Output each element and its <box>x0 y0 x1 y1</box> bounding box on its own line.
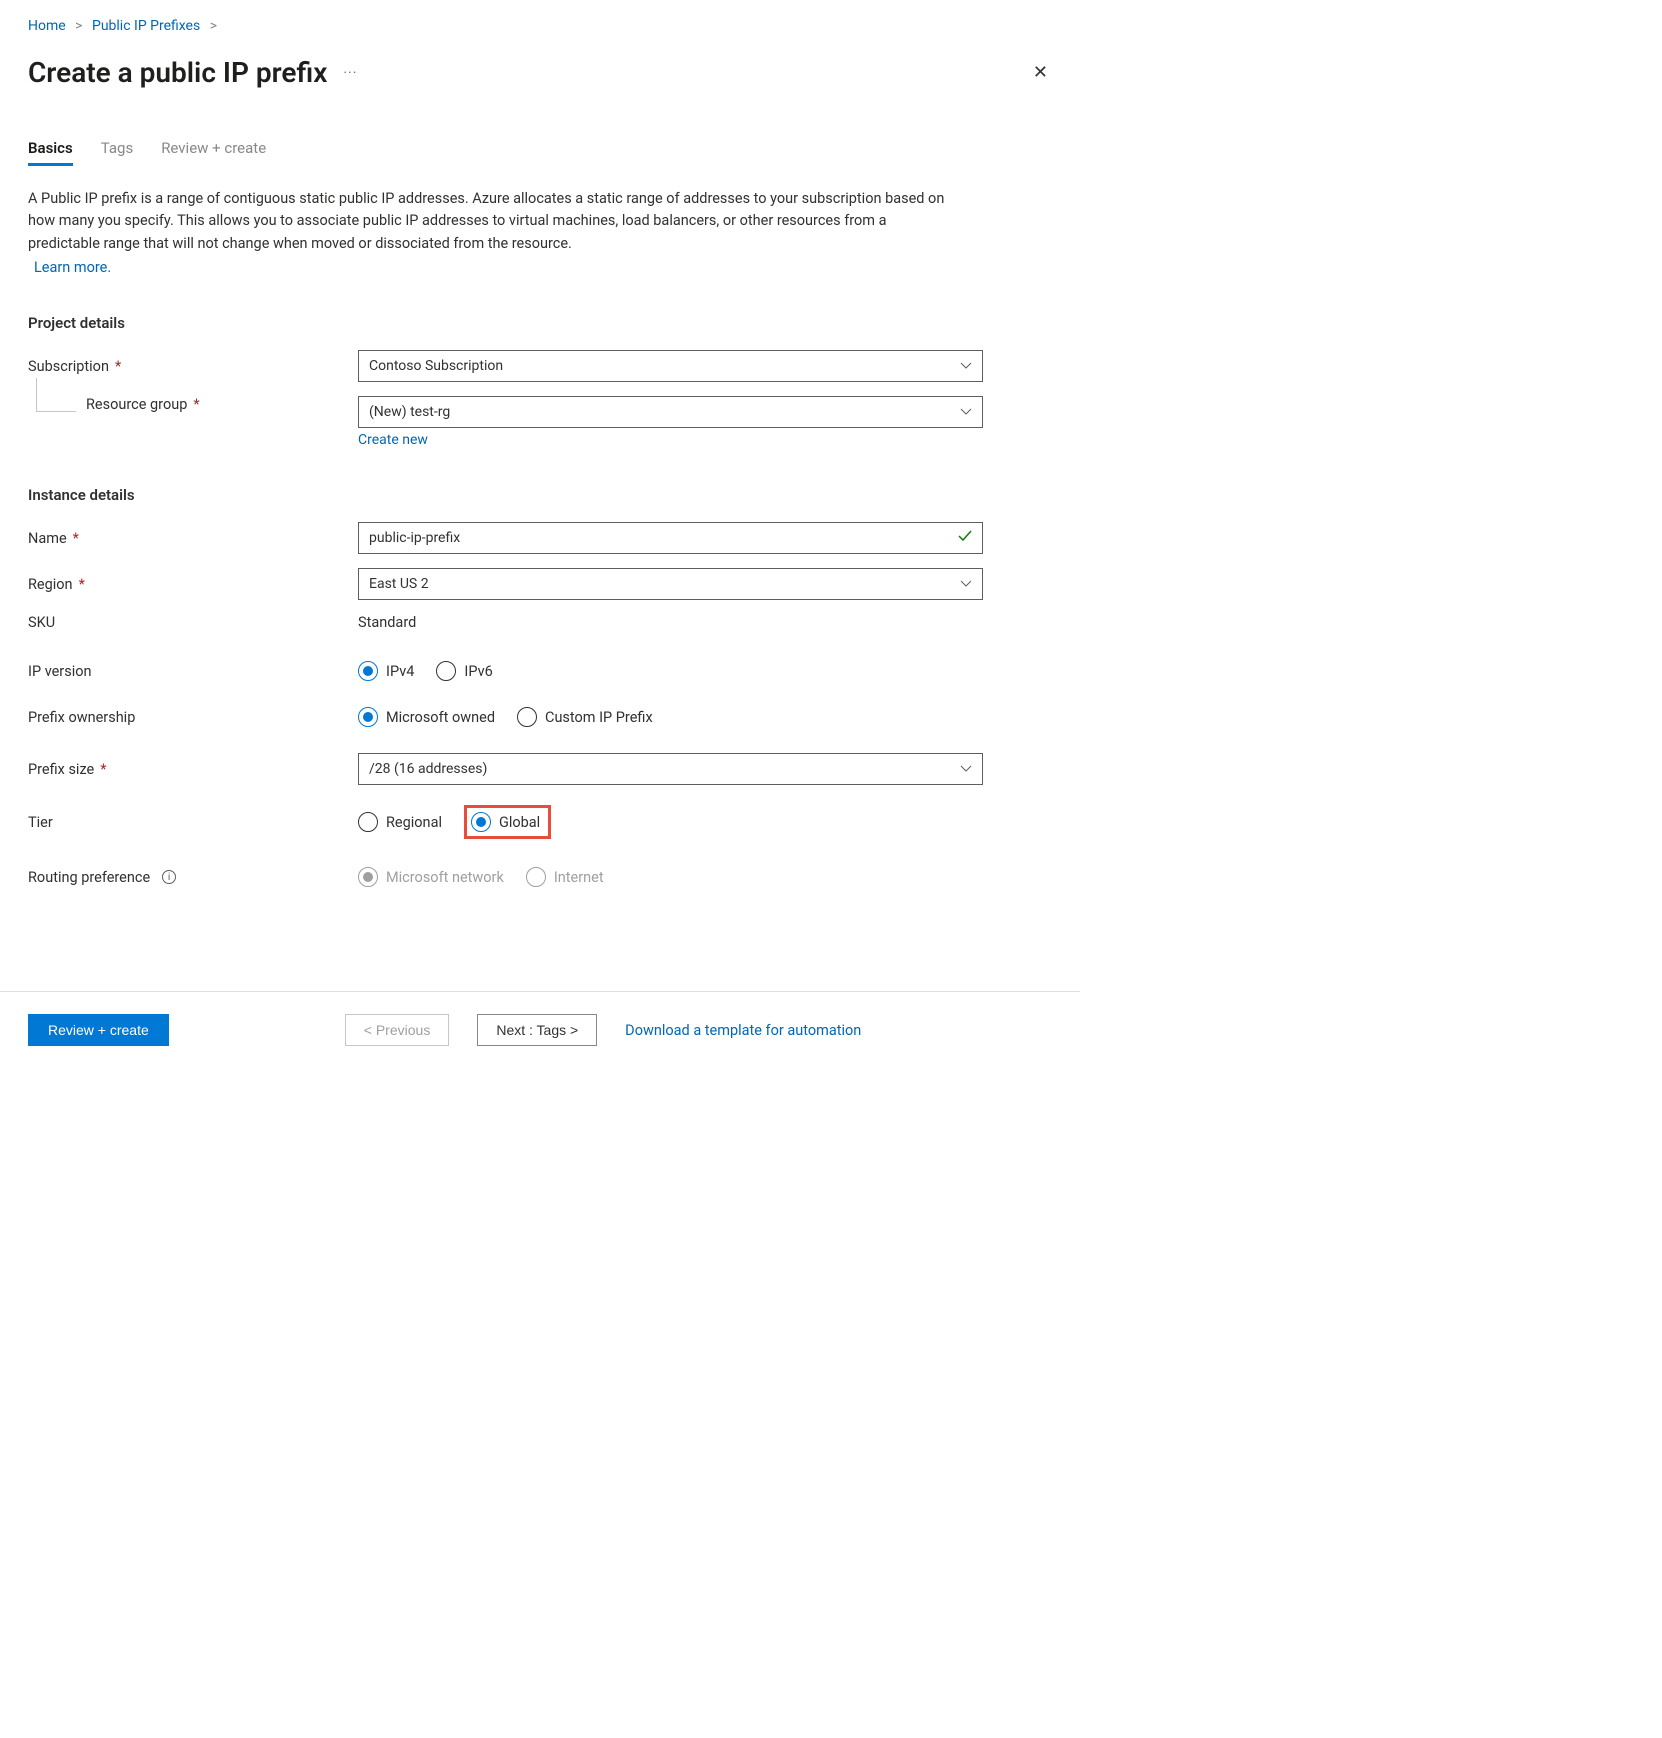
label-routing-preference: Routing preference <box>28 869 150 886</box>
tab-review[interactable]: Review + create <box>161 139 266 166</box>
row-subscription: Subscription * Contoso Subscription <box>28 350 1052 382</box>
previous-button: < Previous <box>345 1014 450 1046</box>
breadcrumb-prefixes[interactable]: Public IP Prefixes <box>92 18 200 34</box>
radio-regional-label: Regional <box>386 814 442 831</box>
row-ip-version: IP version IPv4 IPv6 <box>28 661 1052 681</box>
radio-ms-owned[interactable]: Microsoft owned <box>358 707 495 727</box>
row-region: Region * East US 2 <box>28 568 1052 600</box>
row-prefix-ownership: Prefix ownership Microsoft owned Custom … <box>28 707 1052 727</box>
label-sku: SKU <box>28 614 55 631</box>
title-bar: Create a public IP prefix ··· ✕ <box>28 56 1052 89</box>
radio-ipv4-label: IPv4 <box>386 663 414 680</box>
radio-custom-prefix-label: Custom IP Prefix <box>545 709 653 726</box>
radio-ipv6[interactable]: IPv6 <box>436 661 492 681</box>
label-prefix-ownership: Prefix ownership <box>28 709 135 726</box>
tab-tags[interactable]: Tags <box>101 139 133 166</box>
section-project-details: Project details <box>28 314 1052 332</box>
required-marker: * <box>193 396 199 413</box>
footer-bar: Review + create < Previous Next : Tags >… <box>0 991 1080 1068</box>
row-tier: Tier Regional Global <box>28 805 1052 839</box>
intro-text: A Public IP prefix is a range of contigu… <box>28 188 948 255</box>
resource-group-value: (New) test-rg <box>369 404 450 420</box>
region-select[interactable]: East US 2 <box>358 568 983 600</box>
label-subscription: Subscription <box>28 358 109 375</box>
label-name: Name <box>28 530 67 547</box>
radio-global[interactable]: Global <box>471 812 540 832</box>
prefix-size-value: /28 (16 addresses) <box>369 761 487 777</box>
info-icon[interactable]: i <box>162 870 176 884</box>
breadcrumb-sep: > <box>210 18 217 34</box>
label-region: Region <box>28 576 73 593</box>
label-prefix-size: Prefix size <box>28 761 94 778</box>
radio-internet-label: Internet <box>554 869 604 886</box>
label-tier: Tier <box>28 814 53 831</box>
required-marker: * <box>115 358 121 375</box>
breadcrumb: Home > Public IP Prefixes > <box>28 18 1052 34</box>
more-actions-icon[interactable]: ··· <box>343 65 357 81</box>
page-title: Create a public IP prefix <box>28 56 327 89</box>
download-template-link[interactable]: Download a template for automation <box>625 1022 861 1039</box>
name-input[interactable] <box>358 522 983 554</box>
required-marker: * <box>79 576 85 593</box>
radio-regional[interactable]: Regional <box>358 812 442 832</box>
chevron-down-icon <box>960 578 972 590</box>
radio-ms-network: Microsoft network <box>358 867 504 887</box>
chevron-down-icon <box>960 360 972 372</box>
create-new-link[interactable]: Create new <box>358 432 428 448</box>
sku-value: Standard <box>358 614 416 631</box>
learn-more-link[interactable]: Learn more. <box>34 259 111 276</box>
chevron-down-icon <box>960 763 972 775</box>
row-name: Name * <box>28 522 1052 554</box>
radio-global-label: Global <box>499 814 540 831</box>
tab-basics[interactable]: Basics <box>28 139 73 166</box>
radio-custom-prefix[interactable]: Custom IP Prefix <box>517 707 653 727</box>
row-sku: SKU Standard <box>28 614 1052 631</box>
radio-internet: Internet <box>526 867 604 887</box>
required-marker: * <box>73 530 79 547</box>
row-routing-preference: Routing preference i Microsoft network I… <box>28 867 1052 887</box>
close-icon[interactable]: ✕ <box>1029 58 1052 87</box>
row-prefix-size: Prefix size * /28 (16 addresses) <box>28 753 1052 785</box>
breadcrumb-sep: > <box>75 18 82 34</box>
valid-check-icon <box>957 528 973 548</box>
radio-ms-owned-label: Microsoft owned <box>386 709 495 726</box>
subscription-value: Contoso Subscription <box>369 358 503 374</box>
radio-ipv4[interactable]: IPv4 <box>358 661 414 681</box>
label-ip-version: IP version <box>28 663 92 680</box>
review-create-button[interactable]: Review + create <box>28 1014 169 1046</box>
tabs: Basics Tags Review + create <box>28 139 1052 166</box>
row-resource-group: Resource group * (New) test-rg Create ne… <box>28 396 1052 448</box>
subscription-select[interactable]: Contoso Subscription <box>358 350 983 382</box>
section-instance-details: Instance details <box>28 486 1052 504</box>
radio-ms-network-label: Microsoft network <box>386 869 504 886</box>
highlight-global: Global <box>464 805 551 839</box>
label-resource-group: Resource group <box>86 396 187 413</box>
prefix-size-select[interactable]: /28 (16 addresses) <box>358 753 983 785</box>
next-button[interactable]: Next : Tags > <box>477 1014 597 1046</box>
region-value: East US 2 <box>369 576 429 592</box>
chevron-down-icon <box>960 406 972 418</box>
resource-group-select[interactable]: (New) test-rg <box>358 396 983 428</box>
radio-ipv6-label: IPv6 <box>464 663 492 680</box>
required-marker: * <box>100 761 106 778</box>
breadcrumb-home[interactable]: Home <box>28 18 66 34</box>
